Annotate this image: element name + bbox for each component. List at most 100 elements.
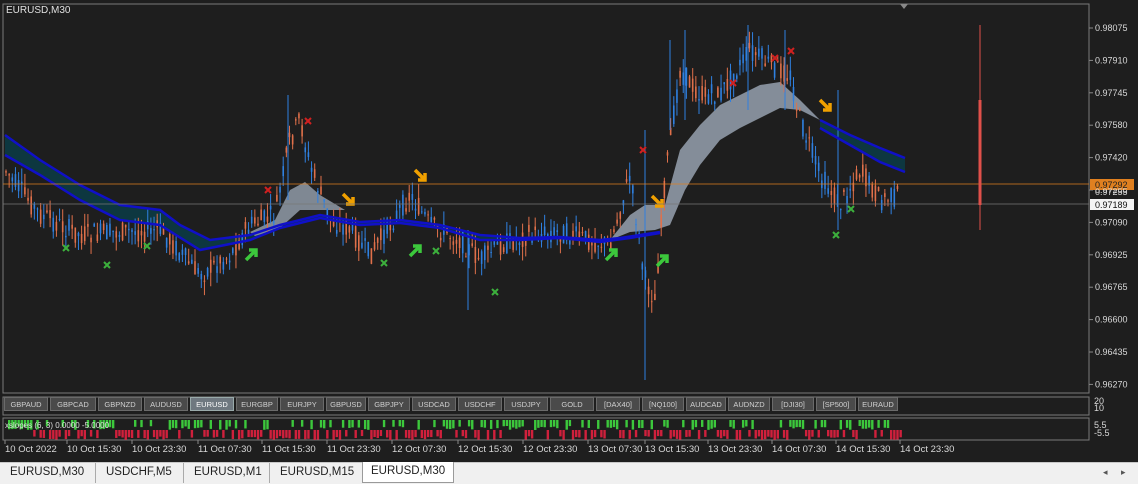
candle-body <box>720 87 722 101</box>
indicator-bar <box>571 430 575 440</box>
indicator-bar <box>461 430 464 437</box>
symbol-button-audusd[interactable]: AUDUSD <box>144 397 188 411</box>
tab-eurusd-m30-active[interactable]: EURUSD,M30 <box>362 462 454 483</box>
candle-body <box>518 242 521 246</box>
candle-body <box>269 205 272 210</box>
indicator-bar <box>515 420 518 429</box>
symbol-button-audnzd[interactable]: AUDNZD <box>728 397 770 411</box>
scroll-right-icon[interactable]: ▸ <box>1121 467 1126 478</box>
candle-body <box>178 253 181 261</box>
symbol-button-eurjpy[interactable]: EURJPY <box>280 397 324 411</box>
candle-body <box>335 229 338 234</box>
indicator-bar <box>890 430 893 440</box>
tab-eurusd-m15[interactable]: EURUSD,M15 <box>272 463 360 483</box>
indicator-bar <box>732 420 735 429</box>
indicator-bar <box>483 420 487 428</box>
indicator-bar <box>811 430 814 437</box>
indicator-bar <box>360 430 364 437</box>
candle-body <box>726 78 729 91</box>
symbol-button-gbpjpy[interactable]: GBPJPY <box>368 397 410 411</box>
candle-body <box>458 237 461 249</box>
candle-body <box>150 228 152 234</box>
symbol-button-usdchf[interactable]: USDCHF <box>458 397 502 411</box>
indicator-bar <box>193 420 197 429</box>
indicator-bar <box>269 430 272 439</box>
indicator-bar <box>505 420 509 427</box>
indicator-bar <box>767 430 770 437</box>
chart-window[interactable]: 0.98075 0.97910 0.97745 0.97580 0.97420 0.972… <box>0 0 1138 462</box>
symbol-button-audcad[interactable]: AUDCAD <box>686 397 726 411</box>
indicator-bar <box>486 430 490 440</box>
candle-body <box>754 52 757 56</box>
exit-x-icon <box>304 117 312 125</box>
candle-body <box>877 186 880 192</box>
symbol-button-gbpnzd[interactable]: GBPNZD <box>98 397 142 411</box>
symbol-button-usdcad[interactable]: USDCAD <box>412 397 456 411</box>
overlap-price-label: 0.97255 <box>1095 187 1128 197</box>
indicator-bar <box>241 430 244 439</box>
candle-body <box>203 280 206 282</box>
indicator-bar <box>146 430 149 440</box>
candle-body <box>33 204 36 209</box>
symbol-button-eurgbp[interactable]: EURGBP <box>236 397 278 411</box>
candle-body <box>871 184 874 198</box>
candle-body <box>30 196 32 215</box>
indicator-bar <box>471 420 474 430</box>
tab-eurusd-m1[interactable]: EURUSD,M1 <box>186 463 270 483</box>
indicator-bar <box>518 420 521 428</box>
indicator-bar <box>830 430 833 438</box>
candle-body <box>370 248 373 264</box>
symbol-button-eurusd[interactable]: EURUSD <box>190 397 234 411</box>
candle-body <box>222 261 225 270</box>
sell-arrow-icon <box>818 98 832 112</box>
symbol-button-gold[interactable]: GOLD <box>550 397 594 411</box>
symbol-button-nq100[interactable]: [NQ100] <box>642 397 684 411</box>
candle-body <box>717 87 719 98</box>
indicator-bar <box>634 430 638 438</box>
symbol-button-sp500[interactable]: [SP500] <box>816 397 856 411</box>
candle-body <box>216 266 218 273</box>
price-chart[interactable]: 0.98075 0.97910 0.97745 0.97580 0.97420 0.972… <box>0 0 1138 462</box>
exit-x-icon <box>103 261 111 269</box>
candle-body <box>484 245 486 261</box>
indicator-bar <box>174 420 178 429</box>
candle-body <box>285 147 288 153</box>
candle-body <box>58 218 61 220</box>
candle-body <box>597 245 599 247</box>
candle-body <box>704 87 707 97</box>
candle-body <box>808 137 811 139</box>
indicator-bar <box>619 430 622 438</box>
candle-body <box>424 211 426 215</box>
indicator-bar <box>578 430 581 438</box>
indicator-bar <box>638 420 641 428</box>
indicator-bar <box>660 430 663 437</box>
candle-body <box>477 257 480 260</box>
candle-body <box>109 223 111 236</box>
symbol-button-gbpusd[interactable]: GBPUSD <box>326 397 366 411</box>
symbol-button-dji30[interactable]: [DJI30] <box>772 397 814 411</box>
indicator-bar <box>414 430 417 438</box>
indicator-bar <box>445 420 449 429</box>
symbol-button-euraud[interactable]: EURAUD <box>858 397 898 411</box>
indicator-bar <box>171 420 175 428</box>
candle-body <box>679 70 681 78</box>
symbol-button-gbpcad[interactable]: GBPCAD <box>50 397 96 411</box>
symbol-button-dax40[interactable]: [DAX40] <box>596 397 640 411</box>
indicator-bar <box>852 430 855 438</box>
scroll-left-icon[interactable]: ◂ <box>1103 467 1108 478</box>
symbol-button-usdjpy[interactable]: USDJPY <box>504 397 548 411</box>
time-tick-label: 11 Oct 23:30 <box>327 444 381 455</box>
candle-body <box>616 219 618 224</box>
indicator-bar <box>329 420 332 428</box>
candle-body <box>575 226 577 232</box>
candle-body <box>206 267 209 277</box>
indicator-bar <box>439 430 442 439</box>
tab-eurusd-m30-1[interactable]: EURUSD,M30 <box>2 463 96 483</box>
candle-body <box>291 135 294 145</box>
candle-body <box>792 86 795 101</box>
candle-body <box>39 209 42 224</box>
price-tick-label: 0.96435 <box>1095 347 1128 357</box>
symbol-button-gbpaud[interactable]: GBPAUD <box>4 397 48 411</box>
indicator-bar <box>738 430 742 440</box>
tab-usdchf-m5[interactable]: USDCHF,M5 <box>98 463 184 483</box>
